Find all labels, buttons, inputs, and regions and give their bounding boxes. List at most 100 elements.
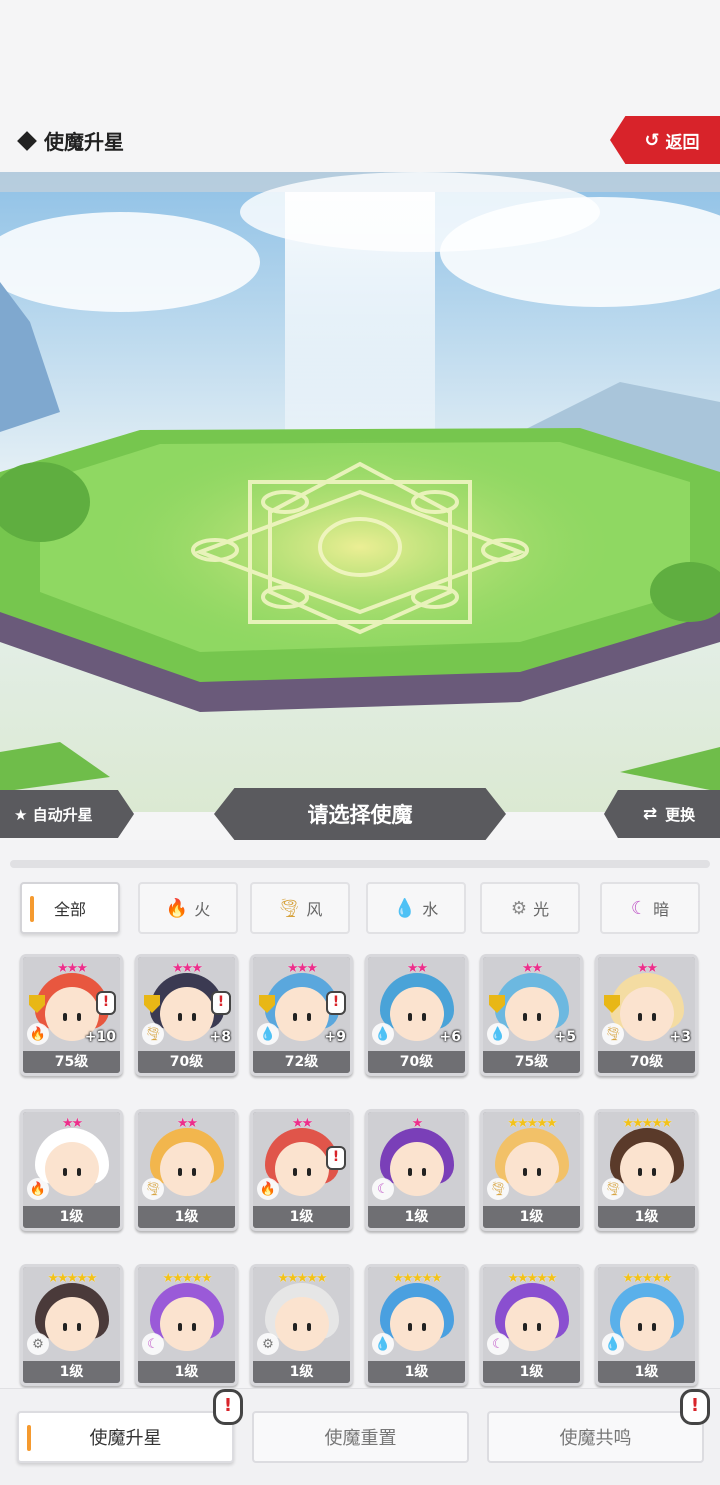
familiar-level: 1级 bbox=[483, 1361, 580, 1383]
familiar-card[interactable]: ★★★ 🔥 +10! 75级 bbox=[20, 954, 123, 1076]
dark-icon: ☾ bbox=[630, 897, 648, 919]
tab-label: 风 bbox=[306, 900, 323, 919]
star-rating: ★★ bbox=[636, 961, 658, 976]
character-face bbox=[505, 1297, 559, 1351]
familiar-card[interactable]: ★ ☾ 1级 bbox=[365, 1109, 468, 1231]
familiar-level: 75级 bbox=[23, 1051, 120, 1073]
familiar-level: 70级 bbox=[368, 1051, 465, 1073]
character-face bbox=[390, 1297, 444, 1351]
enhance-level: +9 bbox=[324, 1029, 346, 1045]
familiar-card[interactable]: ★★ 💧 +6 70级 bbox=[365, 954, 468, 1076]
alert-badge-icon: ! bbox=[326, 991, 346, 1015]
familiar-card[interactable]: ★★ 💧 +5 75级 bbox=[480, 954, 583, 1076]
switch-button[interactable]: ⇄ 更换 bbox=[604, 790, 720, 838]
familiar-card[interactable]: ★★★★★ 💧 1级 bbox=[365, 1264, 468, 1386]
star-upgrade-screen: { "header": { "title": "使魔升星", "back_lab… bbox=[0, 0, 720, 1485]
summoning-altar-scene bbox=[0, 172, 720, 812]
familiar-level: 1级 bbox=[598, 1361, 695, 1383]
tab-label: 火 bbox=[194, 900, 211, 919]
character-face bbox=[275, 1297, 329, 1351]
alert-bubble-icon: ! bbox=[680, 1389, 710, 1425]
familiar-level: 1级 bbox=[253, 1361, 350, 1383]
action-bar: ★ 自动升星 请选择使魔 ⇄ 更换 bbox=[0, 788, 720, 840]
wind-icon: 🌪 bbox=[142, 1178, 164, 1200]
tab-label: 暗 bbox=[653, 900, 670, 919]
familiar-card[interactable]: ★★★ 💧 +9! 72级 bbox=[250, 954, 353, 1076]
familiar-card[interactable]: ★★ 🔥! 1级 bbox=[250, 1109, 353, 1231]
wind-icon: 🌪 bbox=[277, 897, 301, 919]
familiar-level: 1级 bbox=[368, 1206, 465, 1228]
light-icon: ⚙ bbox=[27, 1333, 49, 1355]
water-icon: 💧 bbox=[372, 1333, 394, 1355]
star-rating: ★★★★★ bbox=[162, 1271, 212, 1286]
star-rating: ★ bbox=[411, 1116, 424, 1131]
tab-dark[interactable]: ☾ 暗 bbox=[600, 882, 700, 934]
water-icon: 💧 bbox=[372, 1023, 394, 1045]
familiar-card[interactable]: ★★★★★ 🌪 1级 bbox=[480, 1109, 583, 1231]
tab-light[interactable]: ⚙ 光 bbox=[480, 882, 580, 934]
familiar-level: 1级 bbox=[368, 1361, 465, 1383]
familiar-level: 1级 bbox=[23, 1361, 120, 1383]
fire-icon: 🔥 bbox=[257, 1178, 279, 1200]
nav-star-upgrade-button[interactable]: 使魔升星 bbox=[17, 1411, 234, 1463]
light-icon: ⚙ bbox=[257, 1333, 279, 1355]
familiar-card[interactable]: ★★★★★ 🌪 1级 bbox=[595, 1109, 698, 1231]
star-rating: ★★ bbox=[521, 961, 543, 976]
tab-water[interactable]: 💧 水 bbox=[366, 882, 466, 934]
character-face bbox=[620, 1297, 674, 1351]
familiar-card[interactable]: ★★ 🌪 +3 70级 bbox=[595, 954, 698, 1076]
star-rating: ★★★★★ bbox=[392, 1271, 442, 1286]
familiar-card[interactable]: ★★★★★ ☾ 1级 bbox=[135, 1264, 238, 1386]
star-rating: ★★★★★ bbox=[507, 1271, 557, 1286]
star-rating: ★★★★★ bbox=[622, 1116, 672, 1131]
header: 使魔升星 ↺ 返回 bbox=[0, 112, 720, 172]
return-arrow-icon: ↺ bbox=[644, 129, 660, 151]
familiar-level: 1级 bbox=[138, 1206, 235, 1228]
active-tab-marker bbox=[30, 896, 34, 922]
switch-label: 更换 bbox=[665, 805, 696, 824]
familiar-card[interactable]: ★★★★★ ⚙ 1级 bbox=[250, 1264, 353, 1386]
wind-icon: 🌪 bbox=[142, 1023, 164, 1045]
star-rating: ★★ bbox=[406, 961, 428, 976]
character-face bbox=[505, 1142, 559, 1196]
familiar-card[interactable]: ★★★★★ ☾ 1级 bbox=[480, 1264, 583, 1386]
tab-wind[interactable]: 🌪 风 bbox=[250, 882, 350, 934]
water-icon: 💧 bbox=[393, 897, 417, 919]
tab-label: 光 bbox=[533, 900, 550, 919]
alert-bubble-icon: ! bbox=[213, 1389, 243, 1425]
familiar-card[interactable]: ★★★★★ ⚙ 1级 bbox=[20, 1264, 123, 1386]
tab-all[interactable]: 全部 bbox=[20, 882, 120, 934]
star-rating: ★★ bbox=[291, 1116, 313, 1131]
fire-icon: 🔥 bbox=[27, 1023, 49, 1045]
character-face bbox=[275, 987, 329, 1041]
star-rating: ★★★★★ bbox=[277, 1271, 327, 1286]
auto-upgrade-button[interactable]: ★ 自动升星 bbox=[0, 790, 134, 838]
familiar-card[interactable]: ★★★ 🌪 +8! 70级 bbox=[135, 954, 238, 1076]
character-face bbox=[390, 987, 444, 1041]
title-wrap: 使魔升星 bbox=[16, 126, 124, 155]
character-face bbox=[45, 1142, 99, 1196]
tab-label: 全部 bbox=[53, 900, 86, 919]
swap-arrows-icon: ⇄ bbox=[642, 804, 658, 824]
select-familiar-banner[interactable]: 请选择使魔 bbox=[214, 788, 506, 840]
character-face bbox=[160, 1297, 214, 1351]
element-filter-tabs: 全部 🔥 火 🌪 风 💧 水 ⚙ 光 ☾ 暗 bbox=[20, 882, 710, 934]
wind-icon: 🌪 bbox=[487, 1178, 509, 1200]
panel-divider bbox=[10, 860, 710, 868]
nav-resonance-button[interactable]: 使魔共鸣 bbox=[487, 1411, 704, 1463]
familiar-card[interactable]: ★★ 🔥 1级 bbox=[20, 1109, 123, 1231]
enhance-level: +6 bbox=[439, 1029, 461, 1045]
familiar-card[interactable]: ★★★★★ 💧 1级 bbox=[595, 1264, 698, 1386]
familiar-level: 1级 bbox=[253, 1206, 350, 1228]
familiar-card[interactable]: ★★ 🌪 1级 bbox=[135, 1109, 238, 1231]
dark-icon: ☾ bbox=[372, 1178, 394, 1200]
star-rating: ★★★ bbox=[57, 961, 88, 976]
star-rating: ★★★ bbox=[287, 961, 318, 976]
light-icon: ⚙ bbox=[510, 897, 528, 919]
back-button[interactable]: ↺ 返回 bbox=[610, 116, 720, 164]
enhance-level: +3 bbox=[669, 1029, 691, 1045]
alert-badge-icon: ! bbox=[96, 991, 116, 1015]
star-rating: ★★ bbox=[176, 1116, 198, 1131]
tab-fire[interactable]: 🔥 火 bbox=[138, 882, 238, 934]
nav-reset-button[interactable]: 使魔重置 bbox=[252, 1411, 469, 1463]
